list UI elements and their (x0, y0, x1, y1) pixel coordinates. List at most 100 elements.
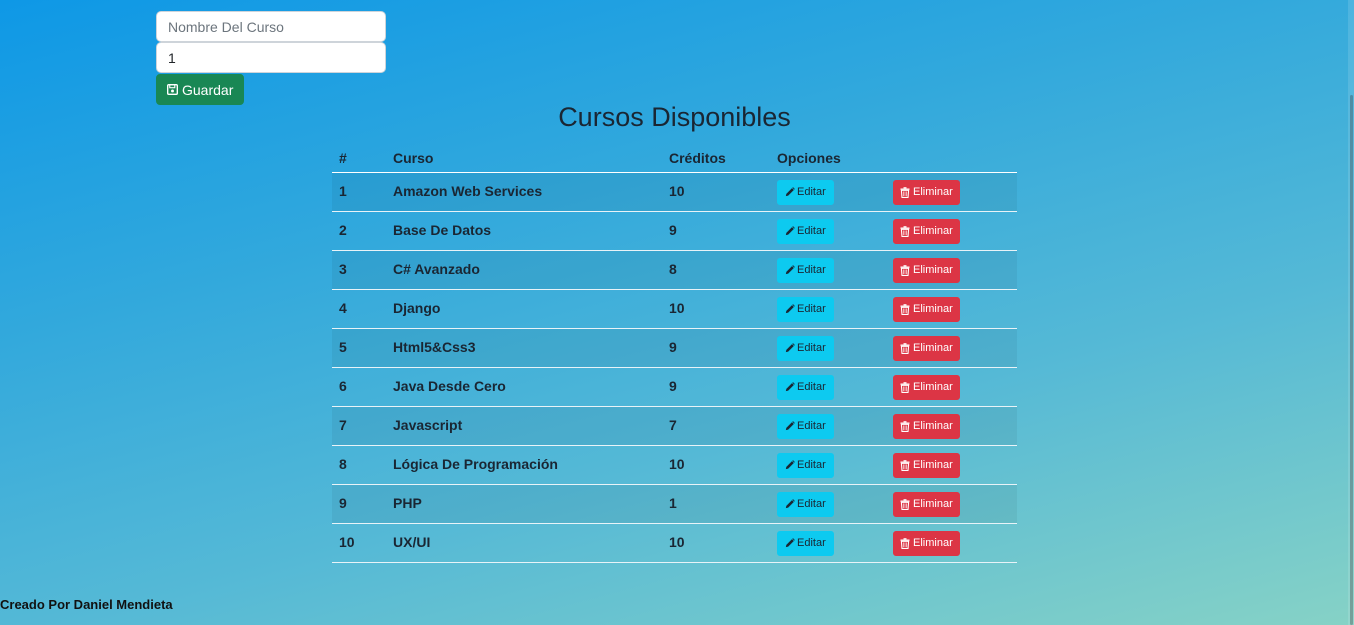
pencil-icon (785, 382, 795, 392)
trash-icon (900, 342, 910, 354)
delete-button[interactable]: Eliminar (893, 257, 960, 283)
row-edit-cell: Editar (770, 211, 886, 251)
edit-button[interactable]: Editar (777, 218, 834, 244)
delete-button[interactable]: Eliminar (893, 374, 960, 400)
row-credits: 10 (662, 289, 770, 329)
row-credits: 9 (662, 367, 770, 407)
edit-button[interactable]: Editar (777, 179, 834, 205)
row-delete-cell: Eliminar (886, 367, 1017, 407)
row-edit-cell: Editar (770, 250, 886, 290)
header-opciones: Opciones (770, 143, 886, 173)
floppy-disk-icon (167, 84, 178, 95)
row-delete-cell: Eliminar (886, 328, 1017, 368)
delete-button[interactable]: Eliminar (893, 218, 960, 244)
delete-button-label: Eliminar (913, 186, 953, 198)
trash-icon (900, 459, 910, 471)
row-course-name: Amazon Web Services (386, 172, 662, 212)
delete-button[interactable]: Eliminar (893, 296, 960, 322)
delete-button[interactable]: Eliminar (893, 491, 960, 517)
table-row: 8 Lógica De Programación 10 Editar Eliminar (332, 445, 1017, 485)
edit-button[interactable]: Editar (777, 452, 834, 478)
row-edit-cell: Editar (770, 289, 886, 329)
pencil-icon (785, 304, 795, 314)
trash-icon (900, 303, 910, 315)
row-course-name: PHP (386, 484, 662, 524)
row-credits: 10 (662, 172, 770, 212)
table-row: 2 Base De Datos 9 Editar Eliminar (332, 211, 1017, 251)
trash-icon (900, 381, 910, 393)
row-course-name: Lógica De Programación (386, 445, 662, 485)
row-credits: 7 (662, 406, 770, 446)
delete-button-label: Eliminar (913, 342, 953, 354)
table-row: 7 Javascript 7 Editar Eliminar (332, 406, 1017, 446)
row-delete-cell: Eliminar (886, 172, 1017, 212)
row-course-name: UX/UI (386, 523, 662, 563)
row-number: 9 (332, 484, 386, 524)
row-number: 2 (332, 211, 386, 251)
row-number: 3 (332, 250, 386, 290)
delete-button[interactable]: Eliminar (893, 452, 960, 478)
edit-button-label: Editar (797, 225, 826, 237)
course-credits-input[interactable] (156, 42, 386, 73)
delete-button-label: Eliminar (913, 303, 953, 315)
page-scrollbar[interactable] (1348, 0, 1354, 625)
row-course-name: Html5&Css3 (386, 328, 662, 368)
row-credits: 10 (662, 523, 770, 563)
courses-table: # Curso Créditos Opciones 1 Amazon Web Se… (332, 143, 1017, 563)
row-course-name: C# Avanzado (386, 250, 662, 290)
edit-button[interactable]: Editar (777, 413, 834, 439)
edit-button[interactable]: Editar (777, 335, 834, 361)
row-delete-cell: Eliminar (886, 484, 1017, 524)
edit-button-label: Editar (797, 381, 826, 393)
edit-button[interactable]: Editar (777, 491, 834, 517)
scrollbar-thumb[interactable] (1350, 95, 1353, 625)
row-number: 4 (332, 289, 386, 329)
trash-icon (900, 264, 910, 276)
row-delete-cell: Eliminar (886, 211, 1017, 251)
row-number: 1 (332, 172, 386, 212)
row-course-name: Java Desde Cero (386, 367, 662, 407)
pencil-icon (785, 343, 795, 353)
edit-button-label: Editar (797, 342, 826, 354)
pencil-icon (785, 265, 795, 275)
trash-icon (900, 498, 910, 510)
edit-button-label: Editar (797, 498, 826, 510)
edit-button-label: Editar (797, 459, 826, 471)
row-delete-cell: Eliminar (886, 523, 1017, 563)
edit-button[interactable]: Editar (777, 296, 834, 322)
table-row: 5 Html5&Css3 9 Editar Eliminar (332, 328, 1017, 368)
course-name-input[interactable] (156, 11, 386, 42)
header-num: # (332, 143, 386, 173)
header-creditos: Créditos (662, 143, 770, 173)
edit-button[interactable]: Editar (777, 530, 834, 556)
row-credits: 8 (662, 250, 770, 290)
row-number: 7 (332, 406, 386, 446)
delete-button-label: Eliminar (913, 459, 953, 471)
table-row: 10 UX/UI 10 Editar Eliminar (332, 523, 1017, 563)
table-row: 4 Django 10 Editar Eliminar (332, 289, 1017, 329)
row-delete-cell: Eliminar (886, 250, 1017, 290)
delete-button[interactable]: Eliminar (893, 179, 960, 205)
delete-button[interactable]: Eliminar (893, 335, 960, 361)
save-button[interactable]: Guardar (156, 74, 245, 105)
pencil-icon (785, 499, 795, 509)
delete-button[interactable]: Eliminar (893, 530, 960, 556)
table-row: 3 C# Avanzado 8 Editar Eliminar (332, 250, 1017, 290)
delete-button-label: Eliminar (913, 225, 953, 237)
row-course-name: Django (386, 289, 662, 329)
table-row: 9 PHP 1 Editar Eliminar (332, 484, 1017, 524)
edit-button[interactable]: Editar (777, 374, 834, 400)
row-edit-cell: Editar (770, 484, 886, 524)
pencil-icon (785, 421, 795, 431)
row-course-name: Base De Datos (386, 211, 662, 251)
row-number: 5 (332, 328, 386, 368)
edit-button-label: Editar (797, 420, 826, 432)
table-row: 6 Java Desde Cero 9 Editar Eliminar (332, 367, 1017, 407)
edit-button[interactable]: Editar (777, 257, 834, 283)
pencil-icon (785, 460, 795, 470)
header-actions (886, 143, 1017, 173)
footer-credit: Creado Por Daniel Mendieta (0, 597, 173, 612)
delete-button-label: Eliminar (913, 498, 953, 510)
table-row: 1 Amazon Web Services 10 Editar Eliminar (332, 172, 1017, 212)
delete-button[interactable]: Eliminar (893, 413, 960, 439)
